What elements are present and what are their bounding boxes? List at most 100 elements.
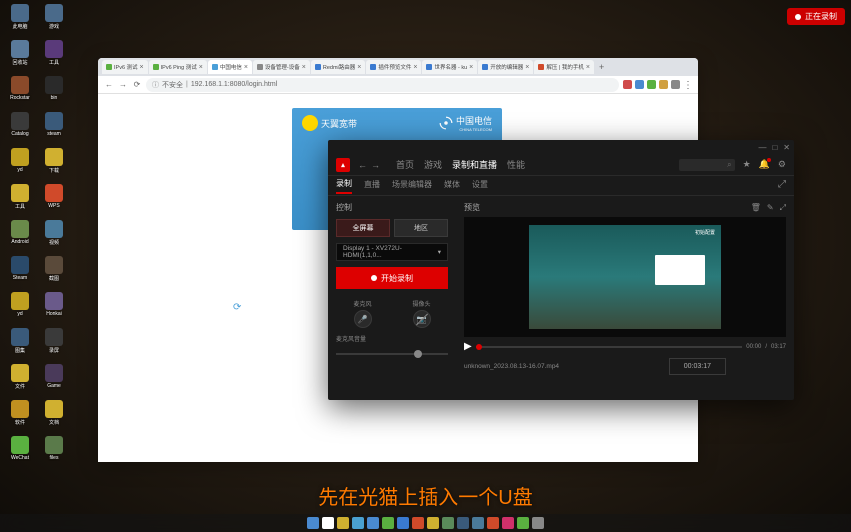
- amd-timeline-track[interactable]: [476, 346, 743, 348]
- taskbar-app-icon[interactable]: [322, 517, 334, 529]
- taskbar-app-icon[interactable]: [367, 517, 379, 529]
- amd-play-button[interactable]: ▶: [464, 341, 472, 352]
- amd-delete-icon[interactable]: 🗑: [751, 203, 761, 213]
- amd-subtab-media[interactable]: 媒体: [444, 179, 460, 193]
- desktop-icon[interactable]: Game: [38, 364, 70, 398]
- desktop-icon[interactable]: 截图: [38, 256, 70, 290]
- amd-back-button[interactable]: ←: [358, 160, 367, 170]
- amd-display-select[interactable]: Display 1 - XV272U- HDMI(1,1,0... ▾: [336, 243, 448, 261]
- amd-bell-icon[interactable]: 🔔: [759, 159, 770, 170]
- desktop-icon[interactable]: Catalog: [4, 112, 36, 146]
- desktop-icon[interactable]: 下载: [38, 148, 70, 182]
- desktop-icon[interactable]: WeChat: [4, 436, 36, 470]
- browser-tab[interactable]: 中国电信×: [208, 60, 252, 74]
- tab-close-icon[interactable]: ×: [140, 64, 144, 71]
- amd-edit-icon[interactable]: ✎: [767, 203, 774, 213]
- desktop-icon[interactable]: 图集: [4, 328, 36, 362]
- tab-close-icon[interactable]: ×: [302, 64, 306, 71]
- desktop-icon[interactable]: 游戏: [38, 4, 70, 38]
- amd-subtab-scene[interactable]: 场景编辑器: [392, 179, 432, 193]
- amd-mic-volume-slider[interactable]: [336, 353, 448, 355]
- desktop-icon[interactable]: 文件: [4, 364, 36, 398]
- browser-reload-button[interactable]: ⟳: [132, 80, 142, 90]
- taskbar-app-icon[interactable]: [532, 517, 544, 529]
- amd-search-input[interactable]: ⌕: [679, 159, 735, 171]
- amd-close-button[interactable]: ✕: [783, 143, 790, 152]
- amd-preview-thumbnail[interactable]: 初始配置: [529, 225, 721, 329]
- desktop-icon[interactable]: 工具: [4, 184, 36, 218]
- amd-microphone-icon[interactable]: 🎤: [354, 310, 372, 328]
- tab-close-icon[interactable]: ×: [199, 64, 203, 71]
- amd-minimize-button[interactable]: —: [758, 143, 766, 152]
- browser-back-button[interactable]: ←: [104, 80, 114, 90]
- amd-subtab-stream[interactable]: 直播: [364, 179, 380, 193]
- browser-tab[interactable]: 设备管理-设备×: [253, 60, 310, 74]
- ext-icon[interactable]: [635, 80, 644, 89]
- browser-tab[interactable]: 开放的编辑器×: [478, 60, 533, 74]
- taskbar-app-icon[interactable]: [472, 517, 484, 529]
- desktop-icon[interactable]: 工具: [38, 40, 70, 74]
- amd-subtab-expand-icon[interactable]: ⤢: [778, 179, 786, 193]
- ext-icon[interactable]: [647, 80, 656, 89]
- ext-icon[interactable]: [659, 80, 668, 89]
- tab-close-icon[interactable]: ×: [525, 64, 529, 71]
- amd-region-button[interactable]: 地区: [394, 219, 448, 237]
- ext-icon[interactable]: [671, 80, 680, 89]
- browser-url-field[interactable]: ⓘ 不安全 | 192.168.1.1:8080/login.html: [146, 78, 619, 92]
- desktop-icon[interactable]: 录屏: [38, 328, 70, 362]
- amd-start-record-button[interactable]: 开始录制: [336, 267, 448, 289]
- desktop-icon[interactable]: Honkai: [38, 292, 70, 326]
- desktop-icon[interactable]: 软件: [4, 400, 36, 434]
- desktop-icon[interactable]: bin: [38, 76, 70, 110]
- amd-tab-performance[interactable]: 性能: [507, 158, 525, 171]
- browser-forward-button[interactable]: →: [118, 80, 128, 90]
- browser-tab[interactable]: Redmi路由器×: [311, 60, 366, 74]
- browser-tab[interactable]: 世界名器 - ku×: [422, 60, 477, 74]
- desktop-icon[interactable]: 视频: [38, 220, 70, 254]
- amd-expand-icon[interactable]: ⤢: [780, 203, 786, 213]
- tab-close-icon[interactable]: ×: [413, 64, 417, 71]
- amd-tab-record[interactable]: 录制和直播: [452, 158, 497, 171]
- browser-menu-button[interactable]: ⋮: [683, 80, 692, 89]
- taskbar-app-icon[interactable]: [352, 517, 364, 529]
- amd-subtab-record[interactable]: 录制: [336, 178, 352, 194]
- taskbar-app-icon[interactable]: [337, 517, 349, 529]
- desktop-icon[interactable]: yd: [4, 148, 36, 182]
- taskbar-app-icon[interactable]: [427, 517, 439, 529]
- amd-forward-button[interactable]: →: [371, 160, 380, 170]
- amd-tab-home[interactable]: 首页: [396, 158, 414, 171]
- desktop-icon[interactable]: WPS: [38, 184, 70, 218]
- taskbar-app-icon[interactable]: [307, 517, 319, 529]
- browser-tab[interactable]: IPv6 Ping 测试×: [149, 60, 207, 74]
- desktop-icon[interactable]: steam: [38, 112, 70, 146]
- tab-close-icon[interactable]: ×: [586, 64, 590, 71]
- taskbar-app-icon[interactable]: [457, 517, 469, 529]
- amd-fullscreen-button[interactable]: 全屏幕: [336, 219, 390, 237]
- desktop-icon[interactable]: files: [38, 436, 70, 470]
- tab-close-icon[interactable]: ×: [469, 64, 473, 71]
- desktop-icon[interactable]: 回收站: [4, 40, 36, 74]
- taskbar-app-icon[interactable]: [382, 517, 394, 529]
- new-tab-button[interactable]: +: [595, 62, 608, 72]
- taskbar-app-icon[interactable]: [517, 517, 529, 529]
- taskbar-app-icon[interactable]: [502, 517, 514, 529]
- desktop-icon[interactable]: 文档: [38, 400, 70, 434]
- taskbar-app-icon[interactable]: [412, 517, 424, 529]
- taskbar-app-icon[interactable]: [442, 517, 454, 529]
- desktop-icon[interactable]: Steam: [4, 256, 36, 290]
- desktop-icon[interactable]: 此电脑: [4, 4, 36, 38]
- amd-settings-icon[interactable]: ⚙: [778, 159, 786, 170]
- taskbar-app-icon[interactable]: [397, 517, 409, 529]
- amd-maximize-button[interactable]: □: [772, 143, 777, 152]
- browser-tab[interactable]: 解压 | 我的手机×: [534, 60, 594, 74]
- browser-tab[interactable]: 插件预览文件×: [366, 60, 421, 74]
- tab-close-icon[interactable]: ×: [244, 64, 248, 71]
- tab-close-icon[interactable]: ×: [357, 64, 361, 71]
- amd-subtab-settings[interactable]: 设置: [472, 179, 488, 193]
- amd-star-icon[interactable]: ★: [743, 159, 751, 170]
- desktop-icon[interactable]: Rockstar: [4, 76, 36, 110]
- amd-camera-icon[interactable]: 📷: [413, 310, 431, 328]
- desktop-icon[interactable]: Android: [4, 220, 36, 254]
- amd-tab-games[interactable]: 游戏: [424, 158, 442, 171]
- browser-tab[interactable]: IPv6 测试×: [102, 60, 148, 74]
